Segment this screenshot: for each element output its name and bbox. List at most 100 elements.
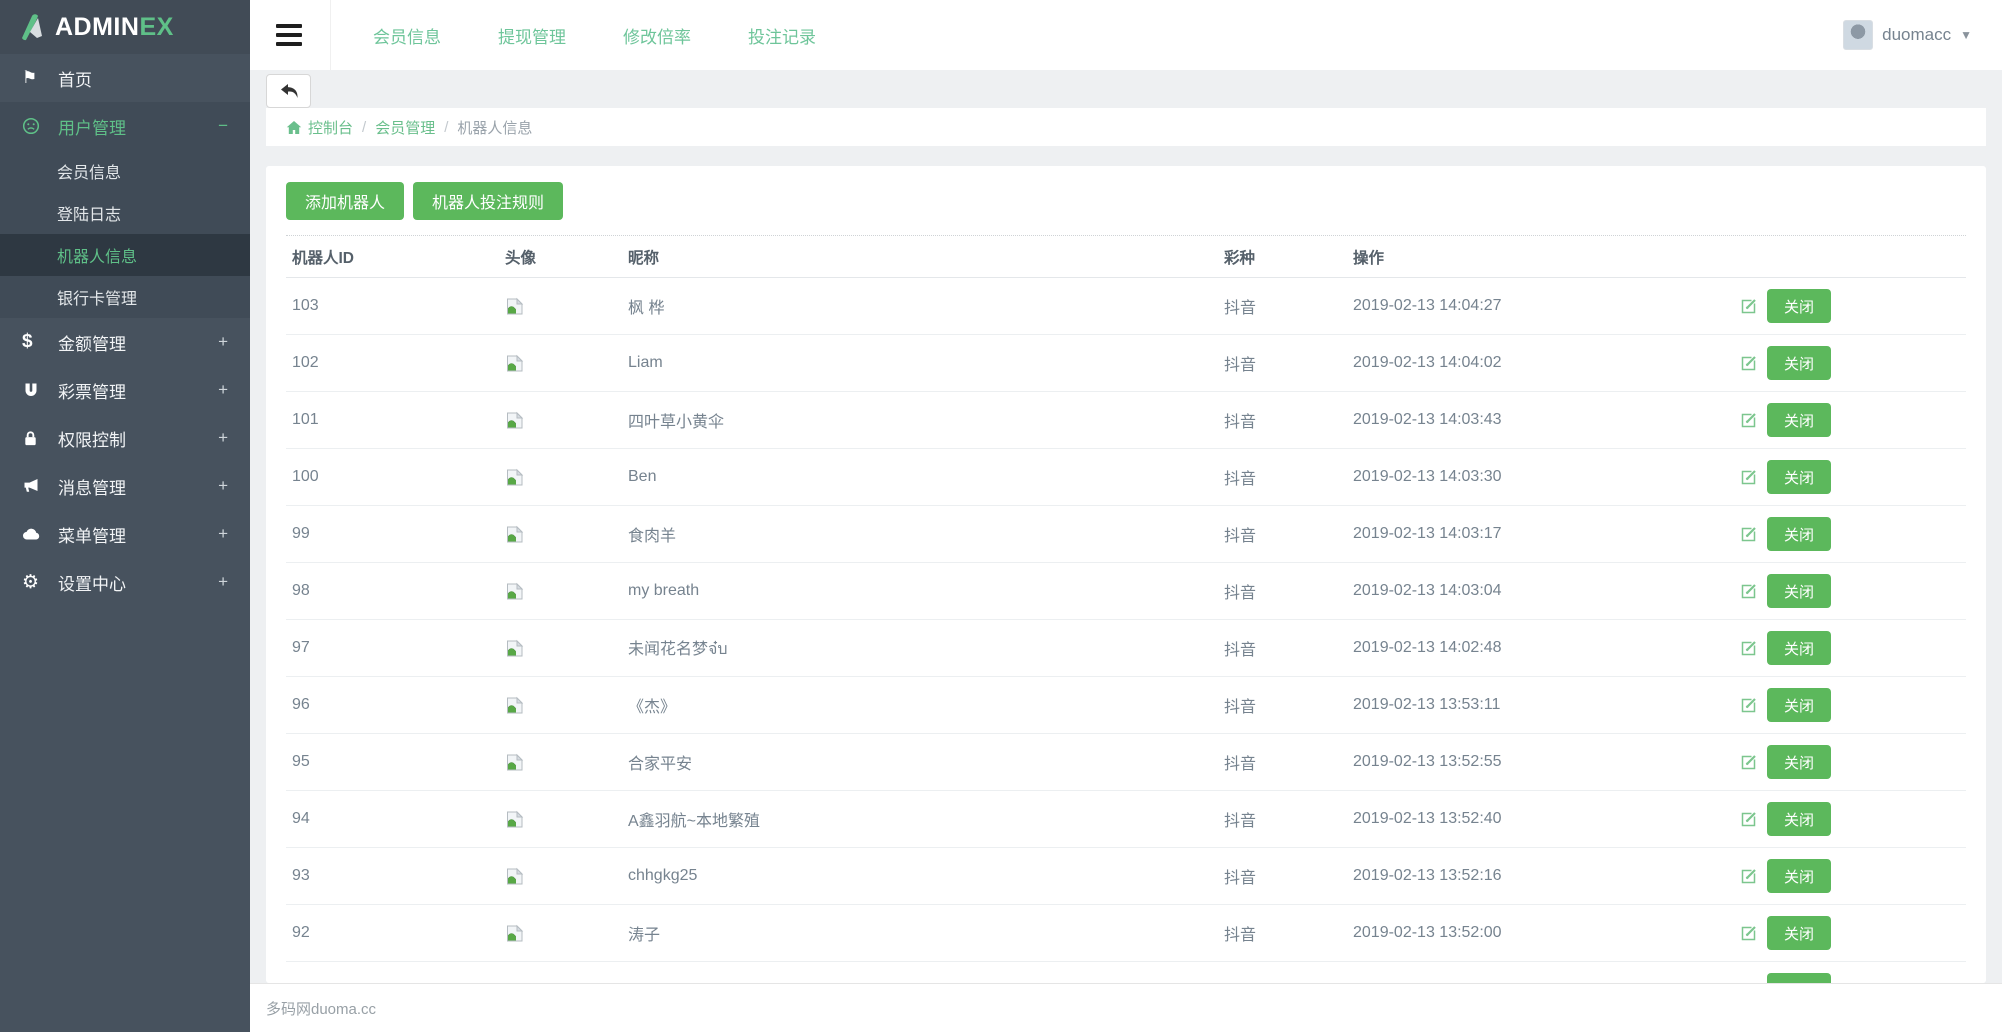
close-button[interactable]: 关闭	[1767, 916, 1831, 950]
avatar-cell	[505, 411, 628, 430]
edit-icon[interactable]	[1739, 468, 1758, 487]
breadcrumb-console[interactable]: 控制台	[286, 117, 353, 138]
timestamp: 2019-02-13 14:03:43	[1353, 411, 1502, 429]
timestamp: 2019-02-13 13:52:40	[1353, 810, 1502, 828]
col-header-nickname: 昵称	[628, 246, 1224, 268]
edit-icon[interactable]	[1739, 525, 1758, 544]
close-button[interactable]: 关闭	[1767, 517, 1831, 551]
table-row: 103 枫 桦 抖音 2019-02-13 14:	[286, 278, 1966, 335]
lottery-cell: 抖音	[1224, 579, 1353, 603]
sidebar-item-home[interactable]: ⚑ 首页	[0, 54, 250, 102]
edit-icon[interactable]	[1739, 753, 1758, 772]
edit-icon[interactable]	[1739, 411, 1758, 430]
toolbar: 添加机器人 机器人投注规则	[286, 182, 1966, 220]
breadcrumb-member-management[interactable]: 会员管理	[375, 117, 435, 138]
top-link-modify-rate[interactable]: 修改倍率	[623, 23, 691, 48]
sidebar-item-user-management[interactable]: 用户管理 −	[0, 102, 250, 150]
close-button[interactable]: 关闭	[1767, 973, 1831, 983]
avatar-cell	[505, 867, 628, 886]
lock-icon	[22, 430, 58, 447]
back-button[interactable]	[266, 74, 311, 108]
lottery-cell: 抖音	[1224, 807, 1353, 831]
sidebar-item-amount-management[interactable]: $ 金额管理 +	[0, 318, 250, 366]
edit-icon[interactable]	[1739, 297, 1758, 316]
brand-logo-icon	[16, 12, 46, 42]
robot-id-cell: 96	[292, 696, 505, 714]
col-header-robot-id: 机器人ID	[292, 246, 505, 268]
avatar-cell	[505, 696, 628, 715]
top-link-member-info[interactable]: 会员信息	[373, 23, 441, 48]
expand-icon[interactable]: +	[218, 332, 228, 352]
hamburger-menu-icon[interactable]	[276, 24, 304, 46]
close-button[interactable]: 关闭	[1767, 859, 1831, 893]
sidebar-item-message-management[interactable]: 消息管理 +	[0, 462, 250, 510]
broken-image-icon	[505, 753, 524, 772]
close-button[interactable]: 关闭	[1767, 403, 1831, 437]
broken-image-icon	[505, 582, 524, 601]
robot-bet-rules-button[interactable]: 机器人投注规则	[413, 182, 563, 220]
close-button[interactable]: 关闭	[1767, 745, 1831, 779]
expand-icon[interactable]: +	[218, 380, 228, 400]
edit-icon[interactable]	[1739, 867, 1758, 886]
avatar-cell	[505, 468, 628, 487]
sidebar-item-robot-info[interactable]: 机器人信息	[0, 234, 250, 276]
top-link-bet-records[interactable]: 投注记录	[748, 23, 816, 48]
expand-icon[interactable]: +	[218, 572, 228, 592]
robot-id-cell: 103	[292, 297, 505, 315]
expand-icon[interactable]: +	[218, 524, 228, 544]
content-area: 控制台 / 会员管理 / 机器人信息 添加机器人 机器人投注规则 机器人ID 头…	[250, 70, 2002, 983]
sidebar-item-member-info[interactable]: 会员信息	[0, 150, 250, 192]
timestamp: 2019-02-13 14:04:27	[1353, 297, 1502, 315]
close-button[interactable]: 关闭	[1767, 289, 1831, 323]
nickname-cell: chhgkg25	[628, 867, 1224, 885]
top-link-withdraw-management[interactable]: 提现管理	[498, 23, 566, 48]
lottery-cell: 抖音	[1224, 465, 1353, 489]
edit-icon[interactable]	[1739, 924, 1758, 943]
table-row: 94 A鑫羽航~本地繁殖 抖音 2019-02-1	[286, 791, 1966, 848]
collapse-icon[interactable]: −	[218, 116, 228, 136]
caret-down-icon: ▼	[1960, 28, 1972, 42]
col-header-avatar: 头像	[505, 246, 628, 268]
sidebar-item-login-log[interactable]: 登陆日志	[0, 192, 250, 234]
add-robot-button[interactable]: 添加机器人	[286, 182, 404, 220]
sidebar-item-lottery-management[interactable]: 彩票管理 +	[0, 366, 250, 414]
expand-icon[interactable]: +	[218, 476, 228, 496]
lottery-cell: 抖音	[1224, 522, 1353, 546]
action-cell: 2019-02-13 14:04:27 关闭	[1353, 289, 1966, 323]
user-menu[interactable]: duomacc ▼	[1843, 20, 2002, 50]
edit-icon[interactable]	[1739, 810, 1758, 829]
nickname-cell: 枫 桦	[628, 294, 1224, 318]
lottery-cell: 抖音	[1224, 636, 1353, 660]
close-button[interactable]: 关闭	[1767, 574, 1831, 608]
robot-id-cell: 95	[292, 753, 505, 771]
table-row: 100 Ben 抖音 2019-02-13 14:	[286, 449, 1966, 506]
sidebar-item-settings-center[interactable]: ⚙ 设置中心 +	[0, 558, 250, 606]
close-button[interactable]: 关闭	[1767, 460, 1831, 494]
action-cell: 2019-02-13 13:52:16 关闭	[1353, 859, 1966, 893]
close-button[interactable]: 关闭	[1767, 802, 1831, 836]
close-button[interactable]: 关闭	[1767, 688, 1831, 722]
sidebar-item-bank-card[interactable]: 银行卡管理	[0, 276, 250, 318]
timestamp: 2019-02-13 14:03:30	[1353, 468, 1502, 486]
lottery-cell: 抖音	[1224, 750, 1353, 774]
edit-icon[interactable]	[1739, 582, 1758, 601]
robot-id-cell: 99	[292, 525, 505, 543]
edit-icon[interactable]	[1739, 696, 1758, 715]
robot-id-cell: 101	[292, 411, 505, 429]
sidebar-item-menu-management[interactable]: 菜单管理 +	[0, 510, 250, 558]
sidebar-item-permission-control[interactable]: 权限控制 +	[0, 414, 250, 462]
edit-icon[interactable]	[1739, 639, 1758, 658]
robot-id-cell: 100	[292, 468, 505, 486]
dollar-icon: $	[22, 331, 58, 353]
broken-image-icon	[505, 468, 524, 487]
timestamp: 2019-02-13 14:04:02	[1353, 354, 1502, 372]
megaphone-icon	[22, 477, 58, 495]
nickname-cell: A鑫羽航~本地繁殖	[628, 807, 1224, 831]
close-button[interactable]: 关闭	[1767, 631, 1831, 665]
navbar-divider	[330, 0, 331, 70]
edit-icon[interactable]	[1739, 354, 1758, 373]
action-cell: 2019-02-13 14:03:04 关闭	[1353, 574, 1966, 608]
close-button[interactable]: 关闭	[1767, 346, 1831, 380]
expand-icon[interactable]: +	[218, 428, 228, 448]
footer-text: 多码网duoma.cc	[266, 998, 376, 1019]
